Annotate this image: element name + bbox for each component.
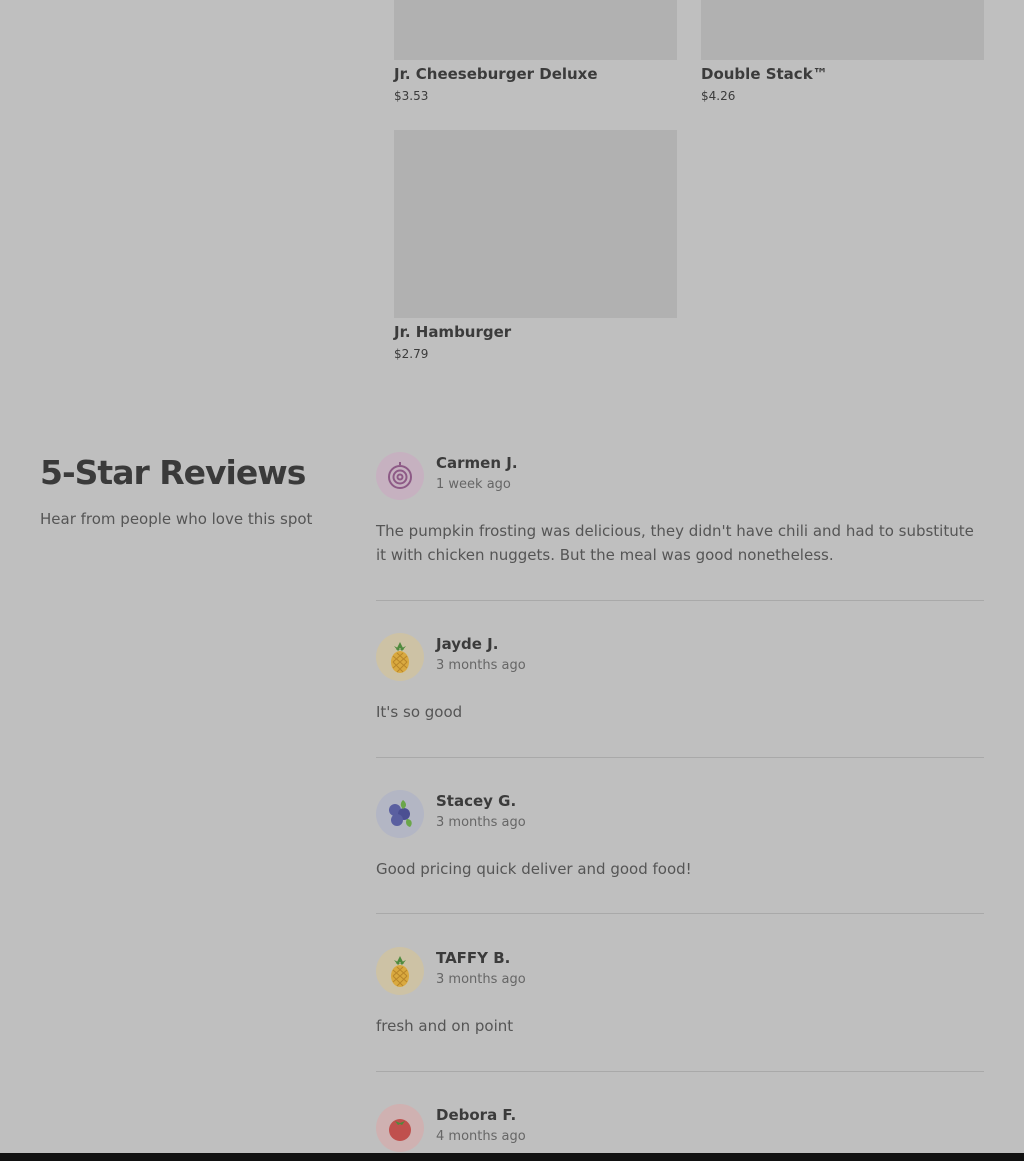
review-date: 3 months ago (436, 972, 526, 987)
menu-item-card[interactable]: Jr. Hamburger $2.79 (394, 130, 677, 362)
menu-item-name: Jr. Cheeseburger Deluxe (394, 65, 598, 83)
review-text: The pumpkin frosting was delicious, they… (376, 522, 974, 564)
reviewer-name: Stacey G. (436, 792, 517, 810)
bottom-bar (0, 1153, 1024, 1161)
menu-item-image[interactable] (394, 0, 677, 60)
reviews-header: 5-Star Reviews Hear from people who love… (40, 452, 340, 528)
onion-icon (388, 462, 412, 489)
reviewer-name: Carmen J. (436, 454, 518, 472)
blueberries-icon (389, 800, 412, 827)
tomato-icon (389, 1119, 411, 1141)
reviews-subtitle: Hear from people who love this spot (40, 510, 313, 528)
review-date: 1 week ago (436, 477, 511, 492)
review-divider (376, 757, 984, 758)
avatar (376, 790, 424, 838)
menu-item-price: $2.79 (394, 347, 429, 361)
review-date: 4 months ago (436, 1129, 526, 1144)
review-divider (376, 600, 984, 601)
menu-item-image[interactable] (394, 130, 677, 318)
pineapple-icon (391, 956, 409, 987)
reviewer-name: TAFFY B. (436, 949, 511, 967)
menu-item-price: $3.53 (394, 89, 429, 103)
review-text: fresh and on point (376, 1017, 514, 1035)
review-date: 3 months ago (436, 815, 526, 830)
reviews-title: 5-Star Reviews (40, 453, 306, 492)
reviewer-name: Jayde J. (436, 635, 499, 653)
menu-item-card[interactable]: Jr. Cheeseburger Deluxe $3.53 (394, 0, 677, 104)
pineapple-icon (391, 642, 409, 673)
menu-item-price: $4.26 (701, 89, 736, 103)
review-divider (376, 1071, 984, 1072)
review-date: 3 months ago (436, 658, 526, 673)
review-divider (376, 913, 984, 914)
avatar (376, 947, 424, 995)
menu-item-image[interactable] (701, 0, 984, 60)
menu-item-card[interactable]: Double Stack™ $4.26 (701, 0, 984, 104)
review-text: It's so good (376, 703, 463, 721)
review-text: Good pricing quick deliver and good food… (376, 860, 692, 878)
menu-item-name: Double Stack™ (701, 65, 828, 83)
menu-item-name: Jr. Hamburger (394, 323, 512, 341)
avatar (376, 633, 424, 681)
avatar (376, 452, 424, 500)
reviewer-name: Debora F. (436, 1106, 517, 1124)
avatar (376, 1104, 424, 1152)
